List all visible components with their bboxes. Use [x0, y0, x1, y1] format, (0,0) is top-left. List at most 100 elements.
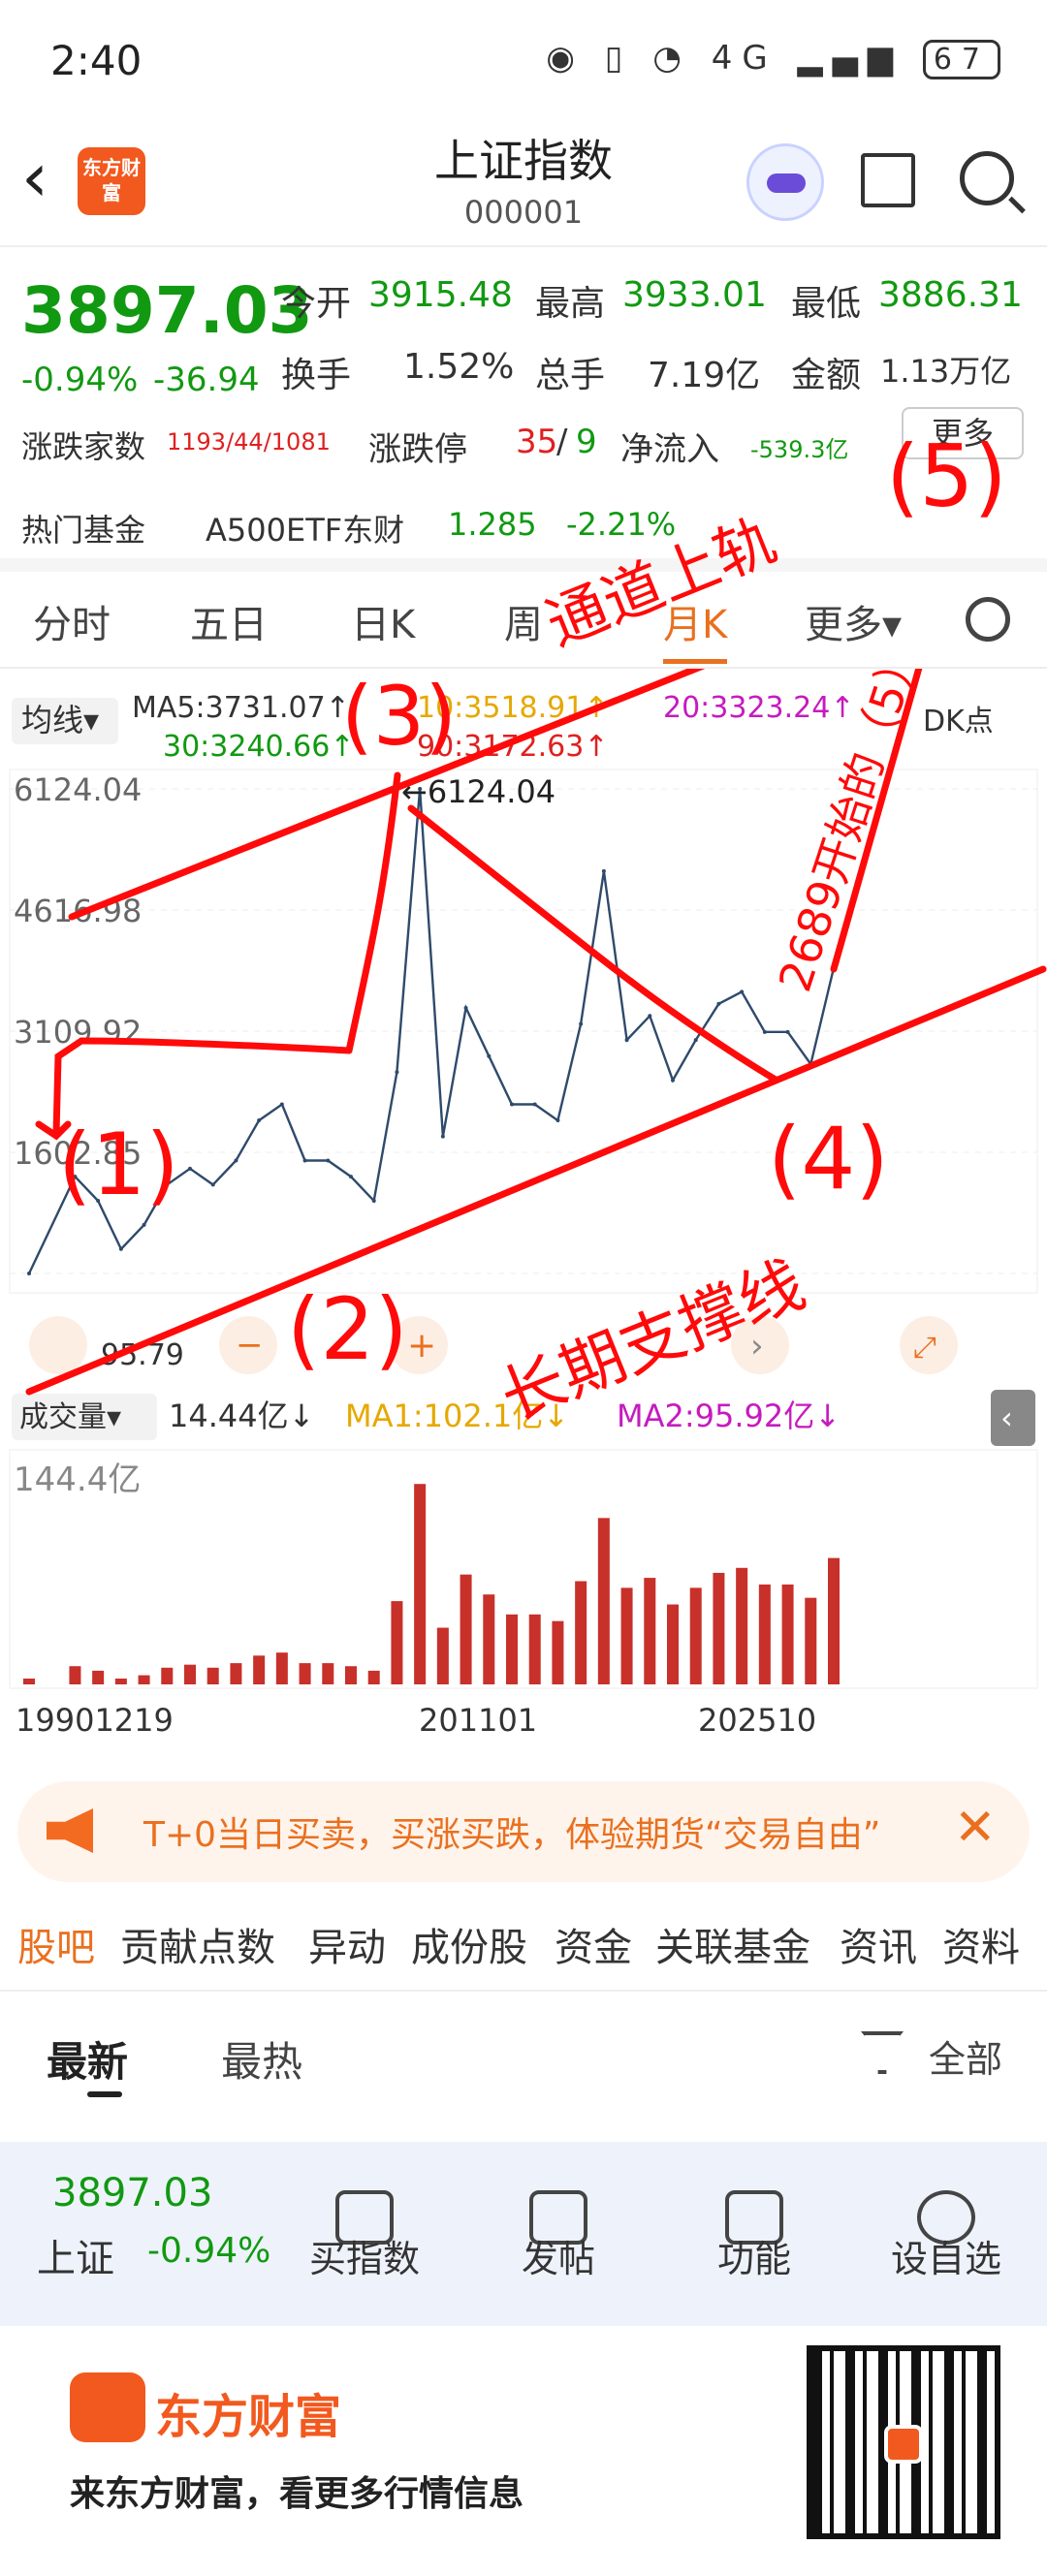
wifi-icon: ◔ — [652, 39, 691, 78]
sort-hot[interactable]: 最热 — [221, 2029, 302, 2089]
wave-2-3-stroke — [345, 771, 401, 1054]
ma-selector[interactable]: 均线▾ — [21, 702, 99, 738]
volume-bars — [23, 1484, 840, 1684]
tab-constituents[interactable]: 成份股 — [411, 1916, 527, 1972]
current-price: 3897.03 — [21, 273, 313, 348]
price-point — [279, 1102, 284, 1107]
ma20-value: 20:3323.24↑ — [663, 691, 854, 725]
turnover-value: 1.52% — [403, 347, 515, 387]
tab-daily-k[interactable]: 日K — [351, 593, 415, 649]
ma5-value: MA5:3731.07↑ — [132, 691, 350, 725]
tab-related-funds[interactable]: 关联基金 — [655, 1916, 810, 1972]
tab-profile[interactable]: 资料 — [942, 1916, 1020, 1972]
tab-news[interactable]: 资讯 — [840, 1916, 917, 1972]
tab-guba[interactable]: 股吧 — [17, 1916, 95, 1972]
expand-icon: ⤢ — [913, 1331, 936, 1365]
price-point — [555, 1118, 560, 1123]
status-icons: ◉ ▯ ◔ 4G ▂▄▆ 67 — [546, 39, 1000, 79]
scroll-left-button[interactable] — [29, 1316, 87, 1374]
annotation-wave-2: (2) — [287, 1279, 408, 1379]
filter-icon[interactable] — [861, 2031, 904, 2074]
volume-bar — [460, 1574, 472, 1684]
x-tick-end: 202510 — [698, 1702, 816, 1739]
open-value: 3915.48 — [368, 275, 513, 315]
footer-brand: 东方财富 — [155, 2390, 342, 2444]
ma30-value: 30:3240.66↑ — [163, 730, 354, 764]
collapse-panel-tab[interactable] — [991, 1390, 1035, 1446]
minus-icon: − — [236, 1326, 264, 1365]
high-label: 最高 — [535, 284, 606, 324]
post-button[interactable]: 发帖 — [481, 2229, 636, 2282]
network-label: 4G — [711, 39, 777, 78]
megaphone-icon — [47, 1808, 93, 1853]
price-point — [440, 1134, 445, 1139]
hot-fund-label: 热门基金 — [21, 512, 146, 549]
ai-assistant-icon[interactable] — [746, 143, 824, 221]
promo-banner[interactable]: T+0当日买卖，买涨买跌，体验期货“交易自由” ✕ — [17, 1781, 1030, 1882]
price-point — [762, 1029, 767, 1034]
change-percent: -0.94% — [21, 361, 139, 399]
volume-bar — [69, 1666, 81, 1684]
volume-bar — [506, 1614, 518, 1684]
tab-weekly-k[interactable]: 周 — [504, 593, 543, 649]
volume-bar — [161, 1667, 174, 1684]
high-value: 3933.01 — [622, 275, 767, 315]
price-point — [785, 1029, 790, 1034]
volume-bar — [552, 1620, 564, 1684]
tab-funds-flow[interactable]: 资金 — [555, 1916, 632, 1972]
tab-intraday[interactable]: 分时 — [33, 593, 111, 649]
tab-movement[interactable]: 异动 — [308, 1916, 386, 1972]
change-amount: -36.94 — [153, 361, 260, 399]
breadth-value: 1193/44/1081 — [167, 428, 331, 456]
x-tick-mid: 201101 — [419, 1702, 537, 1739]
volume-bar — [230, 1663, 242, 1684]
volume-bar — [575, 1581, 587, 1684]
volume-value: 7.19亿 — [648, 356, 761, 395]
turnover-label: 换手 — [281, 356, 352, 395]
signal-icon: ▂▄▆ — [797, 39, 903, 78]
tab-contribution[interactable]: 贡献点数 — [120, 1916, 275, 1972]
buy-index-button[interactable]: 买指数 — [287, 2229, 442, 2282]
open-label: 今开 — [281, 284, 352, 324]
hot-fund-name[interactable]: A500ETF东财 — [206, 506, 404, 550]
volume-bar — [689, 1587, 702, 1684]
price-point — [142, 1222, 146, 1227]
price-point — [349, 1175, 353, 1179]
annotation-wave-4: (4) — [768, 1109, 889, 1209]
price-point — [188, 1166, 192, 1171]
limit-up-value: 35 — [516, 423, 558, 461]
price-point — [532, 1102, 537, 1107]
annotation-wave-3: (3) — [341, 669, 457, 764]
volume-panel-frame — [9, 1449, 1038, 1689]
dk-point-toggle[interactable]: DK点 — [923, 705, 994, 738]
volume-bar — [805, 1597, 817, 1684]
y-tick-label: 6124.04 — [14, 771, 142, 808]
clock: 2:40 — [50, 37, 143, 84]
volume-bar — [620, 1587, 633, 1684]
gear-icon[interactable] — [966, 597, 1010, 642]
plus-icon: + — [407, 1326, 436, 1366]
price-point — [693, 1038, 698, 1043]
sort-active-indicator — [87, 2091, 122, 2097]
volume-selector[interactable]: 成交量▾ — [19, 1400, 121, 1434]
search-icon[interactable] — [960, 151, 1014, 205]
sort-latest[interactable]: 最新 — [47, 2029, 128, 2089]
limit-label: 涨跌停 — [368, 430, 467, 469]
tab-five-day[interactable]: 五日 — [190, 593, 268, 649]
volume-bar — [367, 1670, 380, 1684]
function-button[interactable]: 功能 — [677, 2229, 832, 2282]
close-icon[interactable]: ✕ — [954, 1799, 997, 1857]
footer-slogan: 来东方财富，看更多行情信息 — [70, 2474, 524, 2514]
volume-bar — [644, 1578, 656, 1684]
share-icon[interactable] — [861, 153, 915, 207]
add-watchlist-button[interactable]: 设自选 — [869, 2229, 1024, 2282]
price-point — [302, 1158, 307, 1163]
qr-logo — [884, 2425, 923, 2464]
volume-bar — [483, 1594, 495, 1684]
filter-all[interactable]: 全部 — [929, 2029, 1002, 2083]
app-header: ‹ 东方财富 上证指数 000001 — [0, 126, 1047, 247]
volume-bar — [713, 1572, 725, 1684]
limit-separator: / — [556, 423, 568, 461]
volume-bar — [528, 1614, 541, 1684]
volume-bar — [391, 1601, 403, 1684]
